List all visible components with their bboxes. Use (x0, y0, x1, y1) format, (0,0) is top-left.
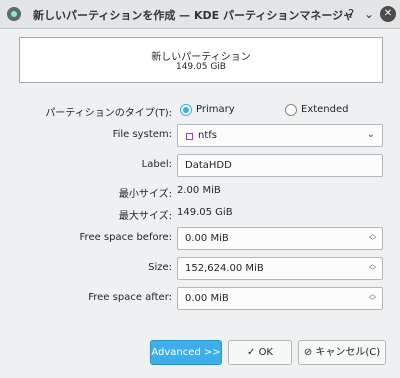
free-space-after-label: Free space after: (88, 292, 172, 303)
free-space-after-value: 0.00 MiB (185, 293, 229, 304)
partition-preview[interactable]: 新しいパーティション 149.05 GiB (19, 37, 383, 83)
spin-arrows-icon[interactable]: ︿ ﹀ (368, 231, 377, 246)
file-system-value: ntfs (198, 130, 217, 141)
max-size-label: 最大サイズ: (118, 211, 172, 222)
minimize-button[interactable]: ⌄ (361, 6, 377, 22)
filesystem-color-icon (186, 133, 193, 140)
label-input[interactable]: DataHDD (177, 154, 383, 177)
label-label: Label: (141, 159, 172, 170)
close-button[interactable]: ✕ (380, 6, 396, 22)
max-size-value: 149.05 GiB (177, 207, 233, 218)
free-space-after-spinbox[interactable]: 0.00 MiB ︿ ﹀ (177, 287, 383, 310)
preview-partition-name: 新しいパーティション (151, 52, 251, 63)
free-space-before-label: Free space before: (79, 232, 172, 243)
advanced-button[interactable]: Advanced >> (150, 340, 222, 365)
size-label: Size: (148, 262, 172, 273)
primary-radio-label[interactable]: Primary (196, 104, 235, 115)
spin-arrows-icon[interactable]: ︿ ﹀ (368, 291, 377, 306)
help-button[interactable]: ? (343, 6, 359, 22)
min-size-value: 2.00 MiB (177, 185, 221, 196)
file-system-label: File system: (112, 129, 172, 140)
ok-button[interactable]: ✓ OK (228, 340, 292, 365)
free-space-before-spinbox[interactable]: 0.00 MiB ︿ ﹀ (177, 227, 383, 250)
label-input-value: DataHDD (185, 160, 232, 171)
cancel-button-label: キャンセル(C) (315, 347, 381, 358)
free-space-before-value: 0.00 MiB (185, 233, 229, 244)
extended-radio[interactable] (285, 104, 297, 116)
size-value: 152,624.00 MiB (185, 263, 264, 274)
primary-radio[interactable] (180, 104, 192, 116)
cancel-button[interactable]: ⊘ キャンセル(C) (298, 340, 386, 365)
partition-manager-icon (7, 7, 21, 21)
min-size-label: 最小サイズ: (118, 189, 172, 200)
check-icon: ✓ (247, 347, 259, 358)
cancel-icon: ⊘ (303, 347, 316, 358)
preview-partition-size: 149.05 GiB (175, 62, 226, 72)
title-bar: 新しいパーティションを作成 — KDE パーティションマネージャ ? ⌄ ✕ (0, 0, 400, 29)
chevron-down-icon: ⌄ (366, 129, 375, 140)
size-spinbox[interactable]: 152,624.00 MiB ︿ ﹀ (177, 257, 383, 280)
spin-arrows-icon[interactable]: ︿ ﹀ (368, 261, 377, 276)
window-title: 新しいパーティションを作成 — KDE パーティションマネージャ (33, 9, 354, 22)
extended-radio-label[interactable]: Extended (301, 104, 349, 115)
partition-type-label: パーティションのタイプ(T): (45, 108, 172, 119)
file-system-combo[interactable]: ntfs ⌄ (177, 124, 383, 147)
ok-button-label: OK (258, 347, 273, 358)
